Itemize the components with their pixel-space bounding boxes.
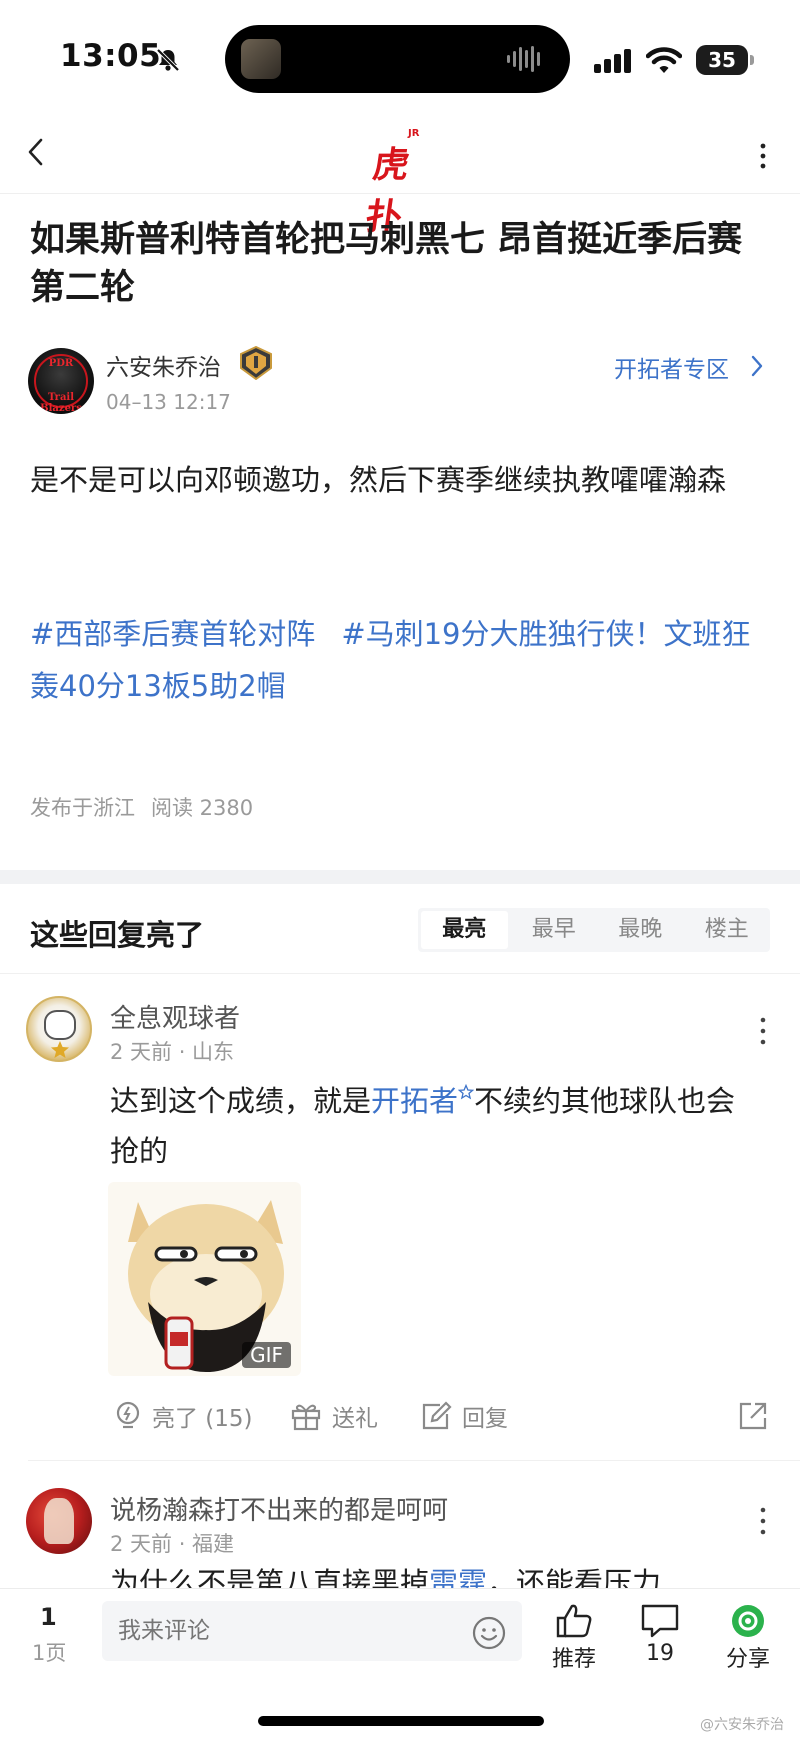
hupu-logo: 虎扑 JR <box>363 128 432 238</box>
page-number[interactable]: 1 <box>40 1603 57 1631</box>
reply-meta: 2 天前 · 山东 <box>110 1040 235 1064</box>
reply-text: 达到这个成绩，就是开拓者 不续约其他球队也会抢的 <box>110 1084 736 1168</box>
post-reads: 阅读 2380 <box>151 796 254 820</box>
star-icon <box>51 1041 69 1058</box>
share-button[interactable]: 分享 <box>708 1603 788 1673</box>
reply-more-icon[interactable] <box>758 1506 768 1536</box>
reply-gif-image[interactable]: GIF <box>108 1182 301 1376</box>
light-count: 亮了 (15) <box>152 1406 253 1432</box>
team-link[interactable]: 开拓者 <box>371 1084 458 1118</box>
logo-sup-text: JR <box>408 128 420 139</box>
post-title: 如果斯普利特首轮把马刺黑七 昂首挺近季后赛第二轮 <box>30 220 743 308</box>
team-star-icon <box>458 1084 475 1100</box>
replies-section-title: 这些回复亮了 <box>30 918 205 952</box>
status-time: 13:05 <box>60 38 162 74</box>
author-name[interactable]: 六安朱乔治 <box>106 348 221 382</box>
reply-avatar[interactable] <box>26 996 92 1062</box>
tab-earliest[interactable]: 最早 <box>511 908 598 952</box>
recommend-label: 推荐 <box>551 1647 596 1672</box>
post-body: 是不是可以向邓顿邀功，然后下赛季继续执教嚯嚯瀚森 <box>30 463 727 497</box>
audio-wave-icon <box>507 46 540 72</box>
status-bar: 13:05 35 <box>0 0 800 110</box>
reply-author-name[interactable]: 说杨瀚森打不出来的都是呵呵 <box>110 1490 448 1527</box>
comments-count: 19 <box>646 1641 674 1666</box>
signal-icon <box>594 49 631 73</box>
gift-button[interactable]: 送礼 <box>290 1396 378 1436</box>
comment-input[interactable] <box>102 1601 522 1661</box>
reply-avatar[interactable] <box>26 1488 92 1554</box>
comments-button[interactable]: 19 <box>620 1603 700 1666</box>
reply-actions: 亮了 (15) 送礼 回复 <box>110 1396 770 1436</box>
gift-label: 送礼 <box>332 1406 378 1432</box>
recommend-button[interactable]: 推荐 <box>534 1603 614 1673</box>
share-out-icon[interactable] <box>737 1400 769 1432</box>
battery-indicator: 35 <box>696 45 754 75</box>
battery-level: 35 <box>708 48 736 72</box>
zone-link[interactable]: 开拓者专区 <box>614 350 729 384</box>
watermark: @六安朱乔治 <box>700 1717 784 1733</box>
post-time: 04–13 12:17 <box>106 390 231 414</box>
edit-icon <box>422 1401 452 1430</box>
now-playing-artwork <box>241 39 281 79</box>
more-options-icon[interactable] <box>756 140 770 172</box>
nav-bar: 虎扑 JR <box>0 110 800 238</box>
reply-label: 回复 <box>462 1406 508 1432</box>
gif-badge: GIF <box>242 1342 291 1368</box>
topic-tag[interactable]: #西部季后赛首轮对阵 <box>30 617 315 651</box>
tab-op-only[interactable]: 楼主 <box>684 908 771 952</box>
emoji-icon[interactable] <box>472 1616 506 1650</box>
reply-more-icon[interactable] <box>758 1016 768 1046</box>
gift-icon <box>291 1404 321 1431</box>
reply-author-name[interactable]: 全息观球者 <box>110 998 240 1035</box>
reply-button[interactable]: 回复 <box>420 1396 508 1436</box>
share-label: 分享 <box>725 1647 770 1672</box>
thumbs-up-icon <box>556 1604 592 1638</box>
light-button[interactable]: 亮了 (15) <box>114 1396 253 1436</box>
comment-bubble-icon <box>641 1604 679 1638</box>
home-indicator[interactable] <box>258 1716 544 1726</box>
divider <box>28 1460 800 1461</box>
bell-muted-icon <box>156 48 180 72</box>
wifi-icon <box>646 47 682 73</box>
post-location: 发布于浙江 <box>30 796 135 820</box>
divider <box>0 973 800 974</box>
back-arrow-icon[interactable] <box>24 136 48 168</box>
section-divider <box>0 870 800 884</box>
dynamic-island[interactable] <box>225 25 570 93</box>
tab-brightest[interactable]: 最亮 <box>421 911 508 949</box>
reply-meta: 2 天前 · 福建 <box>110 1532 235 1556</box>
sort-tabs: 最亮 最早 最晚 楼主 <box>418 908 770 952</box>
author-level-badge-icon <box>240 346 272 380</box>
page-label[interactable]: 1页 <box>32 1637 66 1667</box>
author-avatar[interactable]: PDR Trail Blazers <box>28 348 94 414</box>
tab-latest[interactable]: 最晚 <box>597 908 684 952</box>
chevron-right-icon[interactable] <box>750 354 764 378</box>
share-icon <box>732 1605 764 1637</box>
lightbulb-icon <box>116 1401 140 1429</box>
post-tags: #西部季后赛首轮对阵 #马刺19分大胜独行侠！文班狂轰40分13板5助2帽 <box>30 608 774 712</box>
post-meta: 发布于浙江 阅读 2380 <box>30 792 269 822</box>
